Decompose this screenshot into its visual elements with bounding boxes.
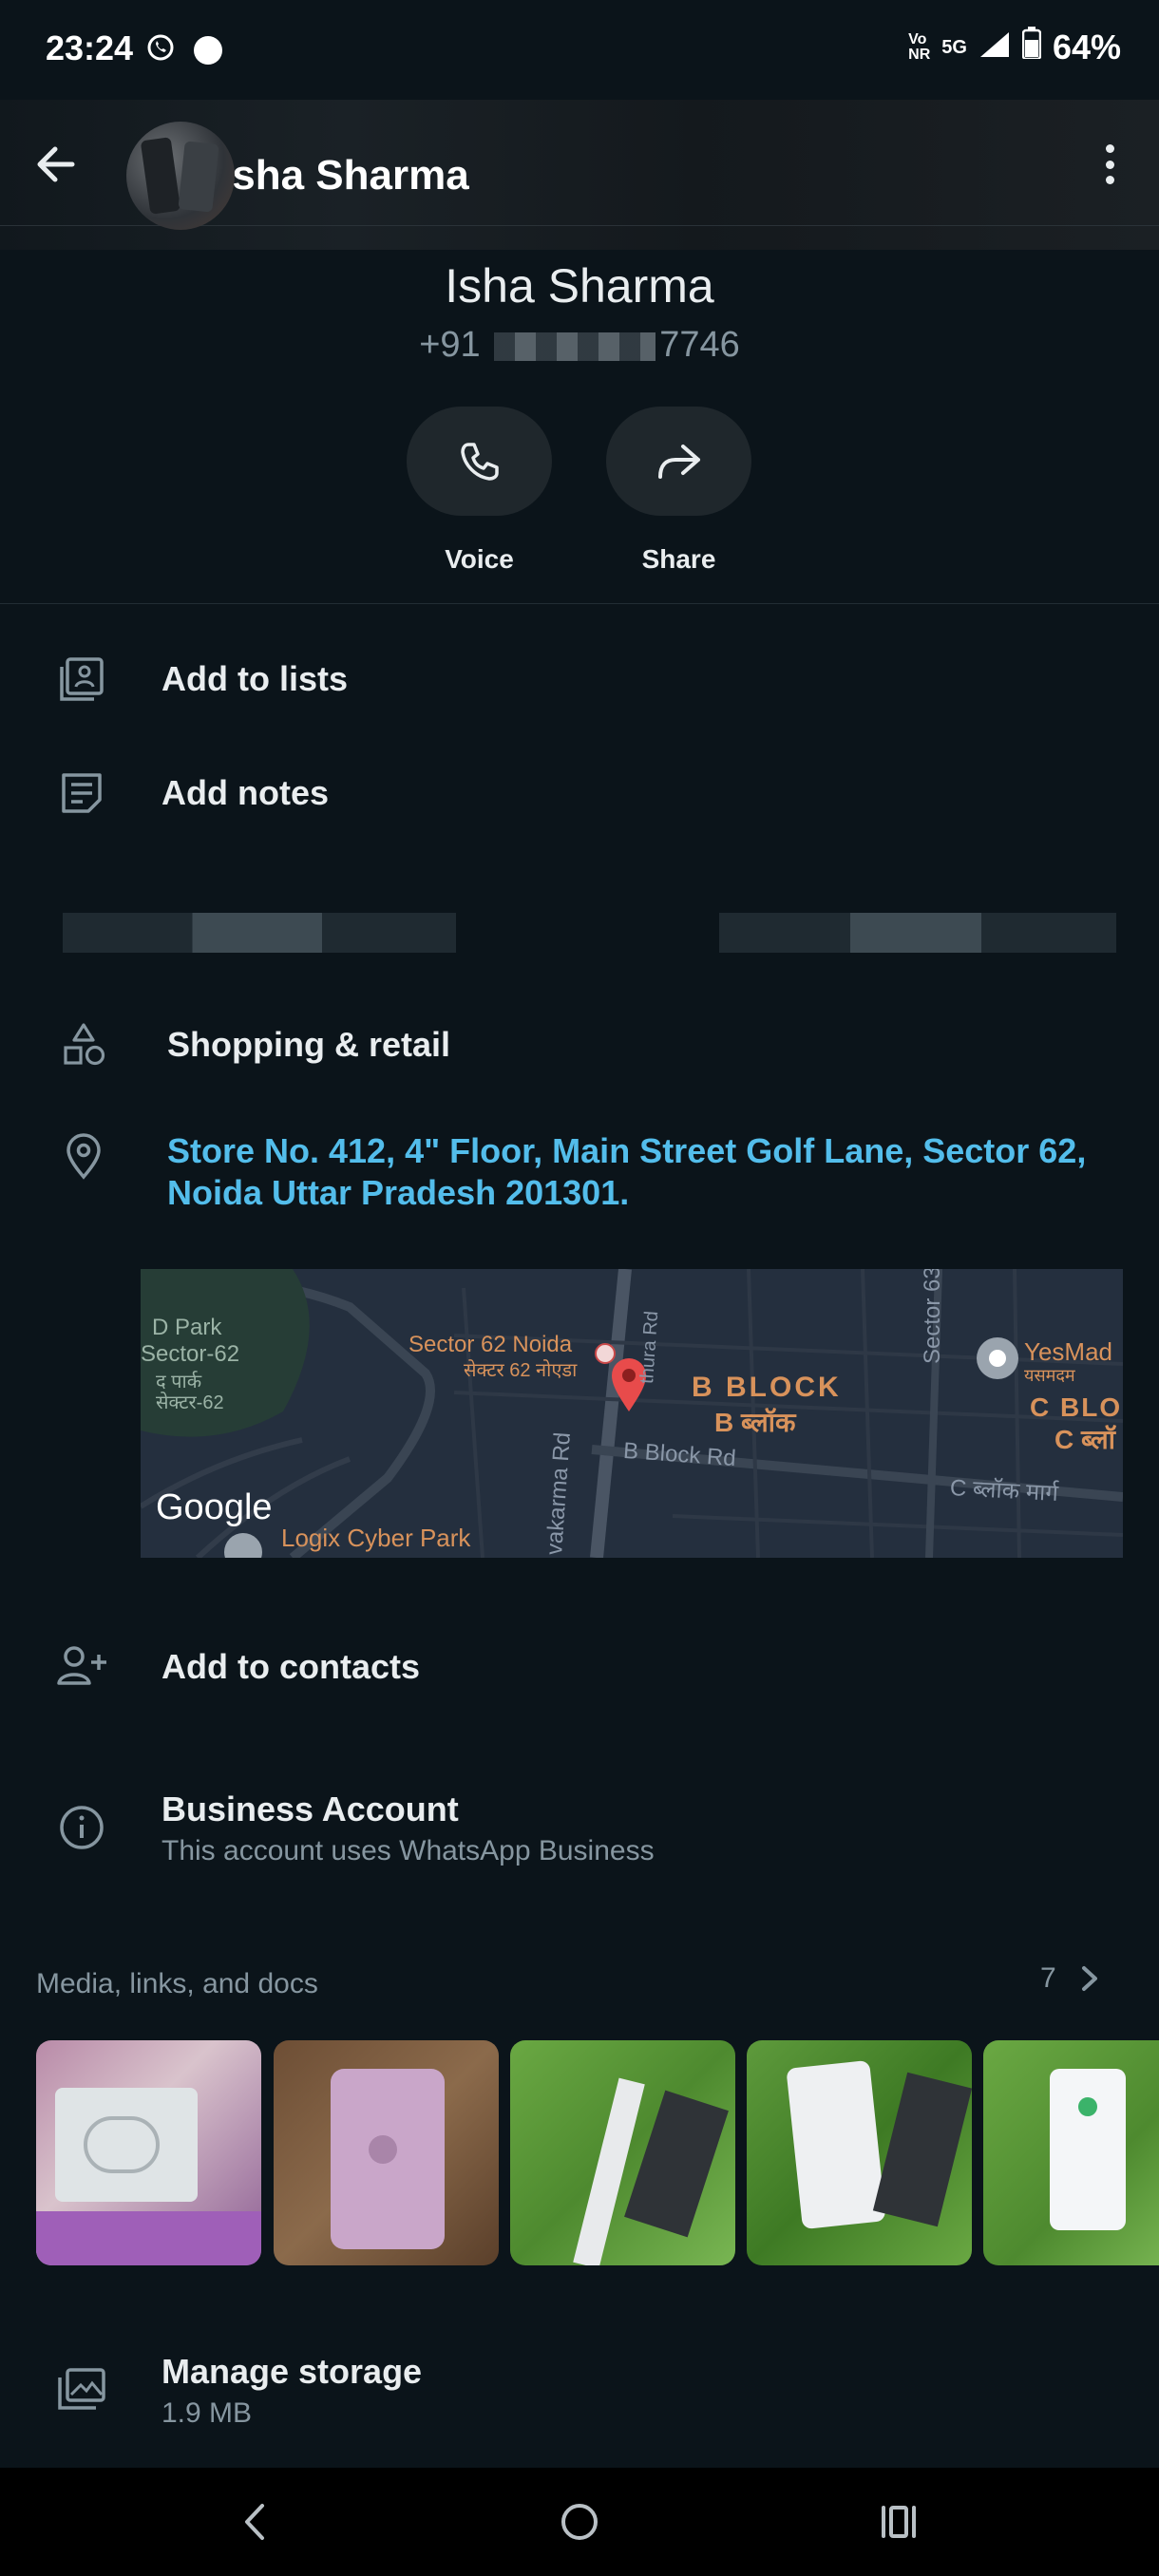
phone-prefix: +91 <box>419 325 481 365</box>
add-notes-row[interactable]: Add notes <box>0 741 1159 845</box>
phone-redaction <box>494 331 656 361</box>
media-see-all[interactable]: 7 <box>1040 1962 1100 1995</box>
share-forward-icon <box>657 444 700 479</box>
battery-icon <box>1021 27 1042 67</box>
clock-text: 23:24 <box>46 28 134 67</box>
volte-top: Vo <box>908 30 927 47</box>
map-label-c-block-hi: C ब्लॉ <box>1054 1425 1115 1454</box>
map-label-yesmad: YesMad <box>1024 1337 1112 1366</box>
profile-name: Isha Sharma <box>445 259 714 313</box>
kebab-dot-icon <box>1105 176 1114 184</box>
category-row: Shopping & retail <box>0 993 1159 1097</box>
map-label-sector-62-noida: Sector 62 Noida <box>408 1332 573 1357</box>
map-label-sector-62-noida-hi: सेक्टर 62 नोएडा <box>464 1360 578 1381</box>
nav-recents-button[interactable] <box>878 2500 920 2548</box>
map-label-sector-62-hi: सेक्टर-62 <box>156 1392 224 1413</box>
map-label-d-park: D Park <box>152 1315 222 1340</box>
status-right: Vo NR 5G 64% <box>908 27 1121 67</box>
add-to-contacts-row[interactable]: Add to contacts <box>0 1615 1159 1719</box>
map-label-yesmad-hi: यसमदम <box>1024 1366 1075 1385</box>
kebab-dot-icon <box>1105 144 1114 153</box>
voice-call-action[interactable]: Voice <box>407 407 552 575</box>
media-thumbnail[interactable] <box>36 2040 261 2265</box>
profile-phone: +91 7746 <box>0 325 1159 366</box>
header-title: Isha Sharma <box>220 152 469 199</box>
voice-label: Voice <box>445 544 514 574</box>
media-thumbnail[interactable] <box>747 2040 972 2265</box>
notes-icon <box>55 767 108 820</box>
nav-back-button[interactable] <box>236 2500 274 2548</box>
business-account-subtitle: This account uses WhatsApp Business <box>162 1835 655 1866</box>
business-account-title: Business Account <box>162 1790 459 1828</box>
category-shapes-icon <box>57 1018 110 1071</box>
add-notes-label: Add notes <box>162 773 329 812</box>
add-to-lists-row[interactable]: Add to lists <box>0 627 1159 731</box>
add-to-contacts-label: Add to contacts <box>162 1647 421 1686</box>
whatsapp-notification-icon <box>146 30 175 70</box>
redacted-info-right <box>719 913 1116 953</box>
map-label-b-block-hi: B ब्लॉक <box>714 1408 796 1437</box>
place-pin-icon <box>977 1337 1018 1379</box>
system-nav-bar <box>0 2468 1159 2576</box>
business-account-row[interactable]: Business Account This account uses Whats… <box>0 1776 1159 1881</box>
location-pin-icon <box>57 1130 110 1184</box>
media-thumbnail[interactable] <box>510 2040 735 2265</box>
back-arrow-icon <box>37 146 75 182</box>
location-map[interactable]: D Park Sector-62 द पार्क सेक्टर-62 Secto… <box>141 1269 1123 1558</box>
nav-recents-icon <box>882 2506 916 2538</box>
kebab-dot-icon <box>1105 160 1114 169</box>
category-label: Shopping & retail <box>167 1025 451 1064</box>
avatar[interactable] <box>126 122 235 230</box>
business-address-link[interactable]: Store No. 412, 4" Floor, Main Street Gol… <box>167 1130 1098 1214</box>
back-button[interactable] <box>28 138 82 191</box>
map-label-sector-62: Sector-62 <box>141 1341 240 1367</box>
google-logo: Google <box>156 1487 273 1527</box>
battery-percent: 64% <box>1052 27 1121 66</box>
share-label: Share <box>641 544 716 574</box>
network-type: 5G <box>941 36 967 58</box>
storage-size: 1.9 MB <box>162 2397 253 2429</box>
nav-back-icon <box>245 2504 264 2540</box>
phone-icon <box>460 442 499 481</box>
map-label-b-block: B BLOCK <box>692 1372 842 1403</box>
storage-images-icon <box>55 2363 108 2416</box>
media-thumbnail[interactable] <box>983 2040 1159 2265</box>
media-thumbnail[interactable] <box>274 2040 499 2265</box>
signal-icon <box>978 28 1011 67</box>
volte-bottom: NR <box>908 46 931 63</box>
redacted-info-left <box>63 913 456 953</box>
voice-call-button[interactable] <box>407 407 552 516</box>
section-divider <box>0 603 1159 604</box>
manage-storage-title: Manage storage <box>162 2352 423 2391</box>
media-count: 7 <box>1040 1962 1056 1994</box>
media-section-label: Media, links, and docs <box>36 1968 318 1999</box>
nav-home-icon <box>561 2504 598 2540</box>
map-label-c-block-marg: C ब्लॉक मार्ग <box>949 1475 1059 1506</box>
dot-notification-icon <box>194 36 223 66</box>
map-label-sector-63-rd: Sector 63 Rd <box>920 1269 945 1364</box>
share-action[interactable]: Share <box>606 407 751 575</box>
map-label-c-block: C BLO <box>1030 1392 1123 1422</box>
chevron-right-icon <box>1081 1966 1097 1991</box>
phone-suffix: 7746 <box>659 325 740 365</box>
status-time: 23:24 <box>46 28 223 70</box>
list-contact-icon <box>55 653 108 706</box>
manage-storage-row[interactable]: Manage storage 1.9 MB <box>0 2337 1159 2451</box>
volte-indicator: Vo NR <box>908 30 931 63</box>
more-options-button[interactable] <box>1092 141 1127 188</box>
add-to-lists-label: Add to lists <box>162 659 348 698</box>
status-bar: 23:24 Vo NR 5G 64% <box>0 0 1159 100</box>
nav-home-button[interactable] <box>559 2500 600 2548</box>
info-icon <box>55 1801 108 1854</box>
share-button[interactable] <box>606 407 751 516</box>
add-person-icon <box>55 1640 108 1694</box>
map-label-logix: Logix Cyber Park <box>281 1524 471 1552</box>
